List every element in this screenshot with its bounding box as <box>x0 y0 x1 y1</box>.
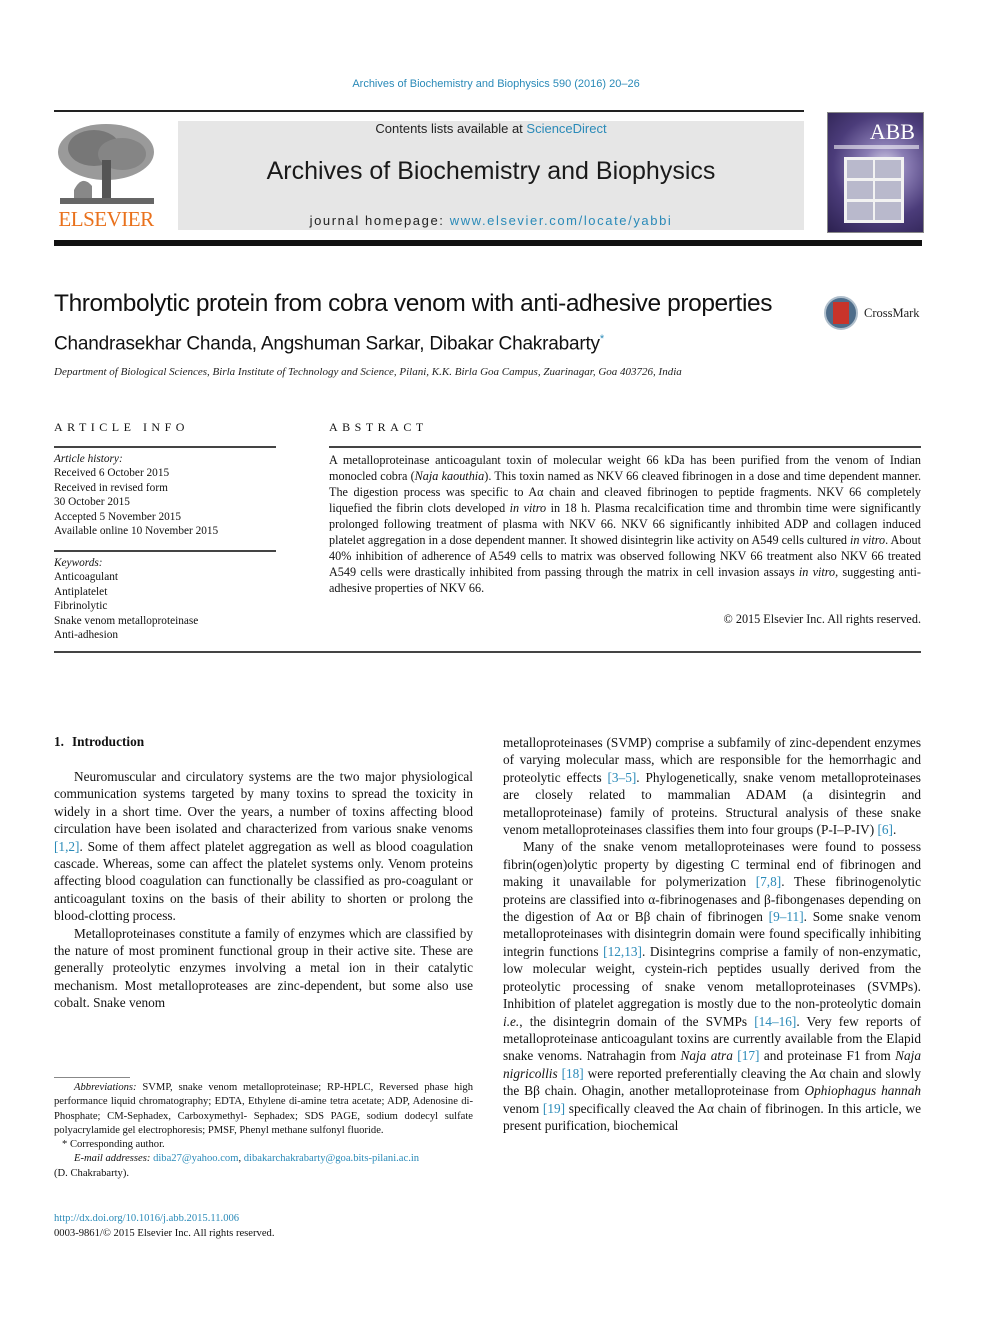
keywords-rule <box>54 550 276 552</box>
crossmark-button[interactable]: CrossMark <box>824 296 924 334</box>
journal-banner: Contents lists available at ScienceDirec… <box>178 121 804 230</box>
section-number: 1. <box>54 734 64 749</box>
affiliation: Department of Biological Sciences, Birla… <box>54 366 682 378</box>
elsevier-logo[interactable]: ELSEVIER <box>54 120 158 232</box>
abbreviations-footnote: Abbreviations: SVMP, snake venom metallo… <box>54 1081 473 1138</box>
history-item: Accepted 5 November 2015 <box>54 510 182 523</box>
issn-copyright: 0003-9861/© 2015 Elsevier Inc. All right… <box>54 1228 275 1239</box>
elsevier-tree-icon <box>58 124 154 204</box>
text-segment: venom <box>503 1100 543 1116</box>
top-rule <box>54 110 804 112</box>
doi-link[interactable]: http://dx.doi.org/10.1016/j.abb.2015.11.… <box>54 1211 274 1226</box>
email-footnote: E-mail addresses: diba27@yahoo.com, diba… <box>54 1152 473 1166</box>
keyword-item: Antiplatelet <box>54 585 108 598</box>
article-info-heading: ARTICLE INFO <box>54 420 189 434</box>
journal-title: Archives of Biochemistry and Biophysics <box>266 157 716 185</box>
intro-paragraph: Metalloproteinases constitute a family o… <box>54 925 473 1011</box>
footnotes: Abbreviations: SVMP, snake venom metallo… <box>54 1081 473 1181</box>
crossmark-ribbon-icon <box>833 302 849 324</box>
section-title: Introduction <box>71 734 145 749</box>
history-item: Available online 10 November 2015 <box>54 525 219 538</box>
species-name: Naja atra <box>680 1048 733 1064</box>
keywords: Keywords: Anticoagulant Antiplatelet Fib… <box>54 556 284 642</box>
species-name: Ophiophagus hannah <box>804 1083 922 1099</box>
reference-link[interactable]: [17] <box>737 1048 759 1063</box>
abstract-copyright: © 2015 Elsevier Inc. All rights reserved… <box>723 612 921 626</box>
contents-line: Contents lists available at ScienceDirec… <box>178 121 804 136</box>
keyword-item: Anticoagulant <box>54 571 118 584</box>
history-item: 30 October 2015 <box>54 496 130 509</box>
keyword-item: Snake venom metalloproteinase <box>54 614 199 627</box>
in-vitro-term: in vitro <box>850 533 886 547</box>
article-info-rule <box>54 446 276 448</box>
author-names: Chandrasekhar Chanda, Angshuman Sarkar, … <box>54 333 600 355</box>
text-segment: . Some of them affect platelet aggregati… <box>54 838 473 924</box>
abstract-heading: ABSTRACT <box>329 420 428 434</box>
article-title: Thrombolytic protein from cobra venom wi… <box>54 290 773 317</box>
reference-link[interactable]: [3–5] <box>607 770 636 785</box>
reference-link[interactable]: [19] <box>543 1101 565 1116</box>
intro-paragraph: Neuromuscular and circulatory systems ar… <box>54 768 473 925</box>
section-heading-introduction: 1. Introduction <box>54 734 144 750</box>
text-segment: specifically cleaved the Aα chain of fib… <box>503 1100 921 1133</box>
reference-link[interactable]: [6] <box>877 822 893 837</box>
intro-paragraph: Many of the snake venom metalloproteinas… <box>503 838 921 1134</box>
elsevier-wordmark: ELSEVIER <box>58 207 154 231</box>
history-item: Received in revised form <box>54 481 168 494</box>
article-history: Article history: Received 6 October 2015… <box>54 452 284 538</box>
doi-block: http://dx.doi.org/10.1016/j.abb.2015.11.… <box>54 1211 274 1241</box>
text-segment: . <box>892 822 897 838</box>
text-segment: i.e. <box>503 1013 520 1029</box>
cover-figure <box>844 157 904 223</box>
reference-link[interactable]: [14–16] <box>754 1014 796 1029</box>
journal-citation[interactable]: Archives of Biochemistry and Biophysics … <box>0 78 992 90</box>
in-vitro-term: in vitro <box>798 565 836 579</box>
front-matter-bottom-rule <box>54 651 921 653</box>
homepage-prefix: journal homepage: <box>309 213 450 228</box>
abstract-text: A metalloproteinase anticoagulant toxin … <box>329 452 921 596</box>
corresponding-author-marker[interactable]: * <box>600 333 604 345</box>
text-segment: and proteinase F1 from <box>759 1048 896 1064</box>
species-name: Naja kaouthia <box>414 469 485 483</box>
homepage-line: journal homepage: www.elsevier.com/locat… <box>178 213 804 228</box>
reference-link[interactable]: [7,8] <box>756 874 781 889</box>
reference-link[interactable]: [9–11] <box>769 909 804 924</box>
body-column-left: Neuromuscular and circulatory systems ar… <box>54 768 473 1012</box>
text-segment: , the disintegrin domain of the SVMPs <box>519 1013 755 1029</box>
email-owner: (D. Chakrabarty). <box>54 1167 130 1179</box>
cover-subtitle-bar <box>834 145 919 149</box>
email-label: E-mail addresses: <box>74 1153 151 1165</box>
keyword-item: Fibrinolytic <box>54 600 108 613</box>
in-vitro-term: in vitro <box>509 501 547 515</box>
journal-cover-thumbnail[interactable]: ABB <box>827 112 924 233</box>
keyword-item: Anti-adhesion <box>54 629 119 642</box>
cover-title: ABB <box>869 119 915 144</box>
history-item: Received 6 October 2015 <box>54 467 170 480</box>
reference-link[interactable]: [1,2] <box>54 839 79 854</box>
body-column-right: metalloproteinases (SVMP) comprise a sub… <box>503 734 921 1134</box>
text-segment: Neuromuscular and circulatory systems ar… <box>54 769 473 837</box>
header-thick-rule <box>54 240 922 246</box>
reference-link[interactable]: [12,13] <box>603 944 642 959</box>
email-link[interactable]: dibakarchakrabarty@goa.bits-pilani.ac.in <box>244 1153 419 1164</box>
intro-paragraph: metalloproteinases (SVMP) comprise a sub… <box>503 734 921 838</box>
footnote-rule <box>54 1077 130 1078</box>
keywords-label: Keywords: <box>54 557 103 569</box>
article-history-label: Article history: <box>54 453 123 465</box>
homepage-link[interactable]: www.elsevier.com/locate/yabbi <box>450 213 673 228</box>
corresponding-author-footnote: * Corresponding author. <box>62 1139 165 1151</box>
abbreviations-label: Abbreviations: <box>74 1082 137 1093</box>
email-link[interactable]: diba27@yahoo.com <box>153 1153 238 1164</box>
contents-prefix: Contents lists available at <box>375 121 527 136</box>
author-list: Chandrasekhar Chanda, Angshuman Sarkar, … <box>54 333 604 355</box>
sciencedirect-link[interactable]: ScienceDirect <box>526 121 606 136</box>
crossmark-label: CrossMark <box>864 306 920 320</box>
abstract-rule <box>329 446 921 448</box>
reference-link[interactable]: [18] <box>562 1066 584 1081</box>
